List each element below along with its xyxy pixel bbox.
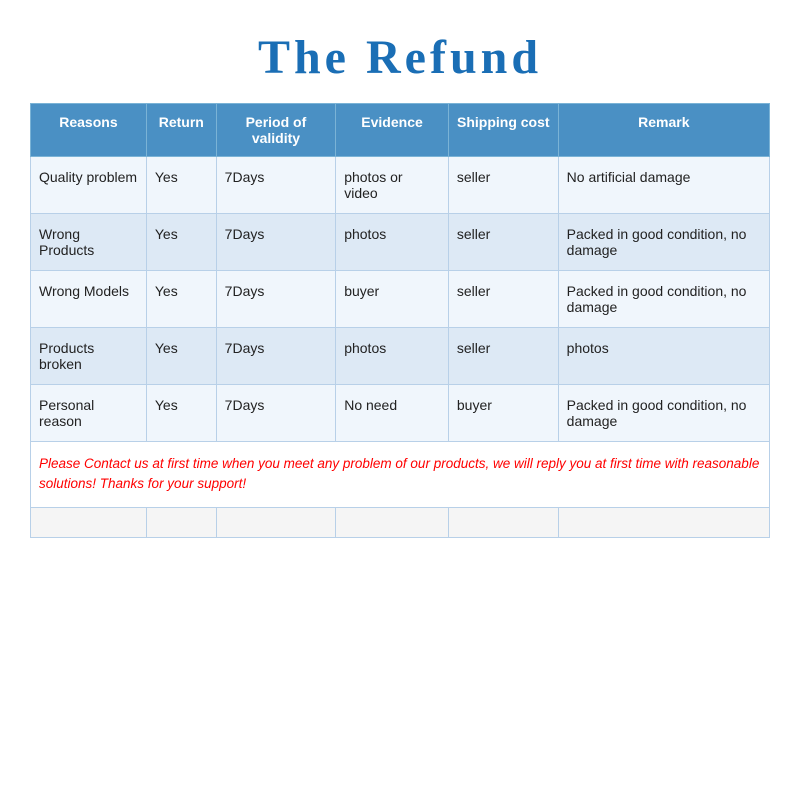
cell-evidence: photos or video bbox=[336, 157, 449, 214]
table-header-row: Reasons Return Period of validity Eviden… bbox=[31, 104, 770, 157]
notice-text: Please Contact us at first time when you… bbox=[39, 456, 759, 491]
cell-period: 7Days bbox=[216, 385, 336, 442]
empty-row bbox=[31, 507, 770, 537]
cell-remark: Packed in good condition, no damage bbox=[558, 271, 769, 328]
cell-remark: No artificial damage bbox=[558, 157, 769, 214]
refund-table: Reasons Return Period of validity Eviden… bbox=[30, 103, 770, 538]
cell-reason: Wrong Products bbox=[31, 214, 147, 271]
page-title: The Refund bbox=[30, 20, 770, 85]
cell-period: 7Days bbox=[216, 271, 336, 328]
table-row: Products brokenYes7Daysphotossellerphoto… bbox=[31, 328, 770, 385]
cell-reason: Personal reason bbox=[31, 385, 147, 442]
header-remark: Remark bbox=[558, 104, 769, 157]
header-reasons: Reasons bbox=[31, 104, 147, 157]
cell-reason: Quality problem bbox=[31, 157, 147, 214]
page: The Refund Reasons Return Period of vali… bbox=[0, 0, 800, 800]
header-shipping: Shipping cost bbox=[448, 104, 558, 157]
cell-reason: Products broken bbox=[31, 328, 147, 385]
cell-period: 7Days bbox=[216, 214, 336, 271]
cell-remark: Packed in good condition, no damage bbox=[558, 385, 769, 442]
cell-shipping: seller bbox=[448, 157, 558, 214]
cell-return: Yes bbox=[146, 214, 216, 271]
cell-shipping: buyer bbox=[448, 385, 558, 442]
header-evidence: Evidence bbox=[336, 104, 449, 157]
cell-return: Yes bbox=[146, 157, 216, 214]
cell-return: Yes bbox=[146, 385, 216, 442]
cell-shipping: seller bbox=[448, 271, 558, 328]
cell-evidence: photos bbox=[336, 214, 449, 271]
header-return: Return bbox=[146, 104, 216, 157]
notice-row: Please Contact us at first time when you… bbox=[31, 442, 770, 508]
cell-return: Yes bbox=[146, 328, 216, 385]
cell-remark: photos bbox=[558, 328, 769, 385]
table-row: Wrong ModelsYes7DaysbuyersellerPacked in… bbox=[31, 271, 770, 328]
cell-shipping: seller bbox=[448, 328, 558, 385]
notice-cell: Please Contact us at first time when you… bbox=[31, 442, 770, 508]
table-row: Wrong ProductsYes7DaysphotossellerPacked… bbox=[31, 214, 770, 271]
cell-return: Yes bbox=[146, 271, 216, 328]
header-period: Period of validity bbox=[216, 104, 336, 157]
cell-period: 7Days bbox=[216, 157, 336, 214]
table-row: Quality problemYes7Daysphotos or videose… bbox=[31, 157, 770, 214]
cell-evidence: buyer bbox=[336, 271, 449, 328]
cell-reason: Wrong Models bbox=[31, 271, 147, 328]
cell-period: 7Days bbox=[216, 328, 336, 385]
cell-shipping: seller bbox=[448, 214, 558, 271]
table-row: Personal reasonYes7DaysNo needbuyerPacke… bbox=[31, 385, 770, 442]
cell-evidence: photos bbox=[336, 328, 449, 385]
cell-evidence: No need bbox=[336, 385, 449, 442]
cell-remark: Packed in good condition, no damage bbox=[558, 214, 769, 271]
